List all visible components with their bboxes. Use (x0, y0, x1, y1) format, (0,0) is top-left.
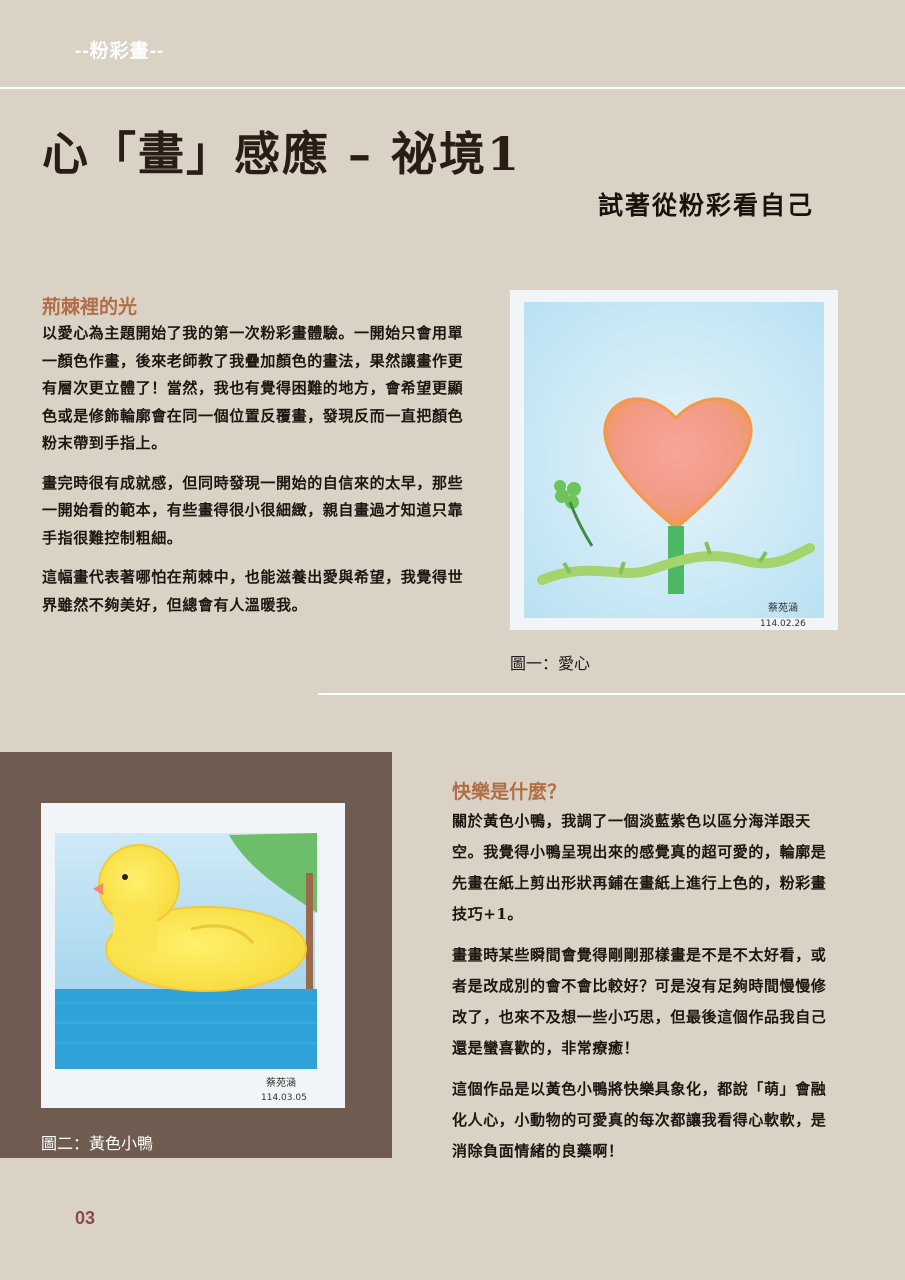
section2-paragraph: 畫畫時某些瞬間會覺得剛剛那樣畫是不是不太好看，或者是改成別的會不會比較好？可是沒… (452, 946, 827, 1057)
section2-body: 關於黃色小鴨，我調了一個淡藍紫色以區分海洋跟天空。我覺得小鴨呈現出來的感覺真的超… (452, 806, 832, 1167)
header-divider (0, 87, 905, 89)
signature-text: 蔡苑涵 (768, 601, 798, 614)
figure1-heart-painting: 蔡苑涵 114.02.26 (510, 290, 838, 630)
heart-painting-art: 蔡苑涵 114.02.26 (510, 290, 838, 630)
section2-paragraph: 關於黃色小鴨，我調了一個淡藍紫色以區分海洋跟天空。我覺得小鴨呈現出來的感覺真的超… (452, 812, 827, 923)
figure1-caption: 圖一：愛心 (510, 656, 591, 673)
section1-body: 以愛心為主題開始了我的第一次粉彩畫體驗。一開始只會用單一顏色作畫，後來老師教了我… (42, 320, 472, 619)
water-shape (55, 989, 317, 1069)
duck-painting-art: 蔡苑涵 114.03.05 (41, 803, 345, 1108)
section1-paragraph: 這幅畫代表著哪怕在荊棘中，也能滋養出愛與希望，我覺得世界雖然不夠美好，但總會有人… (42, 568, 464, 614)
page-subtitle: 試著從粉彩看自己 (598, 191, 815, 220)
page-number: 03 (75, 1208, 96, 1228)
section1-paragraph: 以愛心為主題開始了我的第一次粉彩畫體驗。一開始只會用單一顏色作畫，後來老師教了我… (42, 324, 464, 452)
section1-paragraph: 畫完時很有成就感，但同時發現一開始的自信來的太早，那些一開始看的範本，有些畫得很… (42, 473, 464, 547)
section1-heading: 荊棘裡的光 (42, 297, 138, 318)
section-divider (318, 693, 905, 695)
section2-paragraph: 這個作品是以黃色小鴨將快樂具象化，都說「萌」會融化人心，小動物的可愛真的每次都讓… (452, 1080, 827, 1160)
section2-heading: 快樂是什麼？ (452, 782, 567, 803)
page-title: 心「畫」感應 – 祕境1 (42, 127, 522, 181)
date-text: 114.02.26 (760, 619, 806, 629)
date-text: 114.03.05 (261, 1093, 307, 1103)
section-tag: --粉彩畫-- (75, 41, 165, 62)
signature-text: 蔡苑涵 (266, 1076, 296, 1089)
figure2-duck-painting: 蔡苑涵 114.03.05 (41, 803, 345, 1108)
figure2-caption: 圖二：黃色小鴨 (41, 1136, 154, 1153)
